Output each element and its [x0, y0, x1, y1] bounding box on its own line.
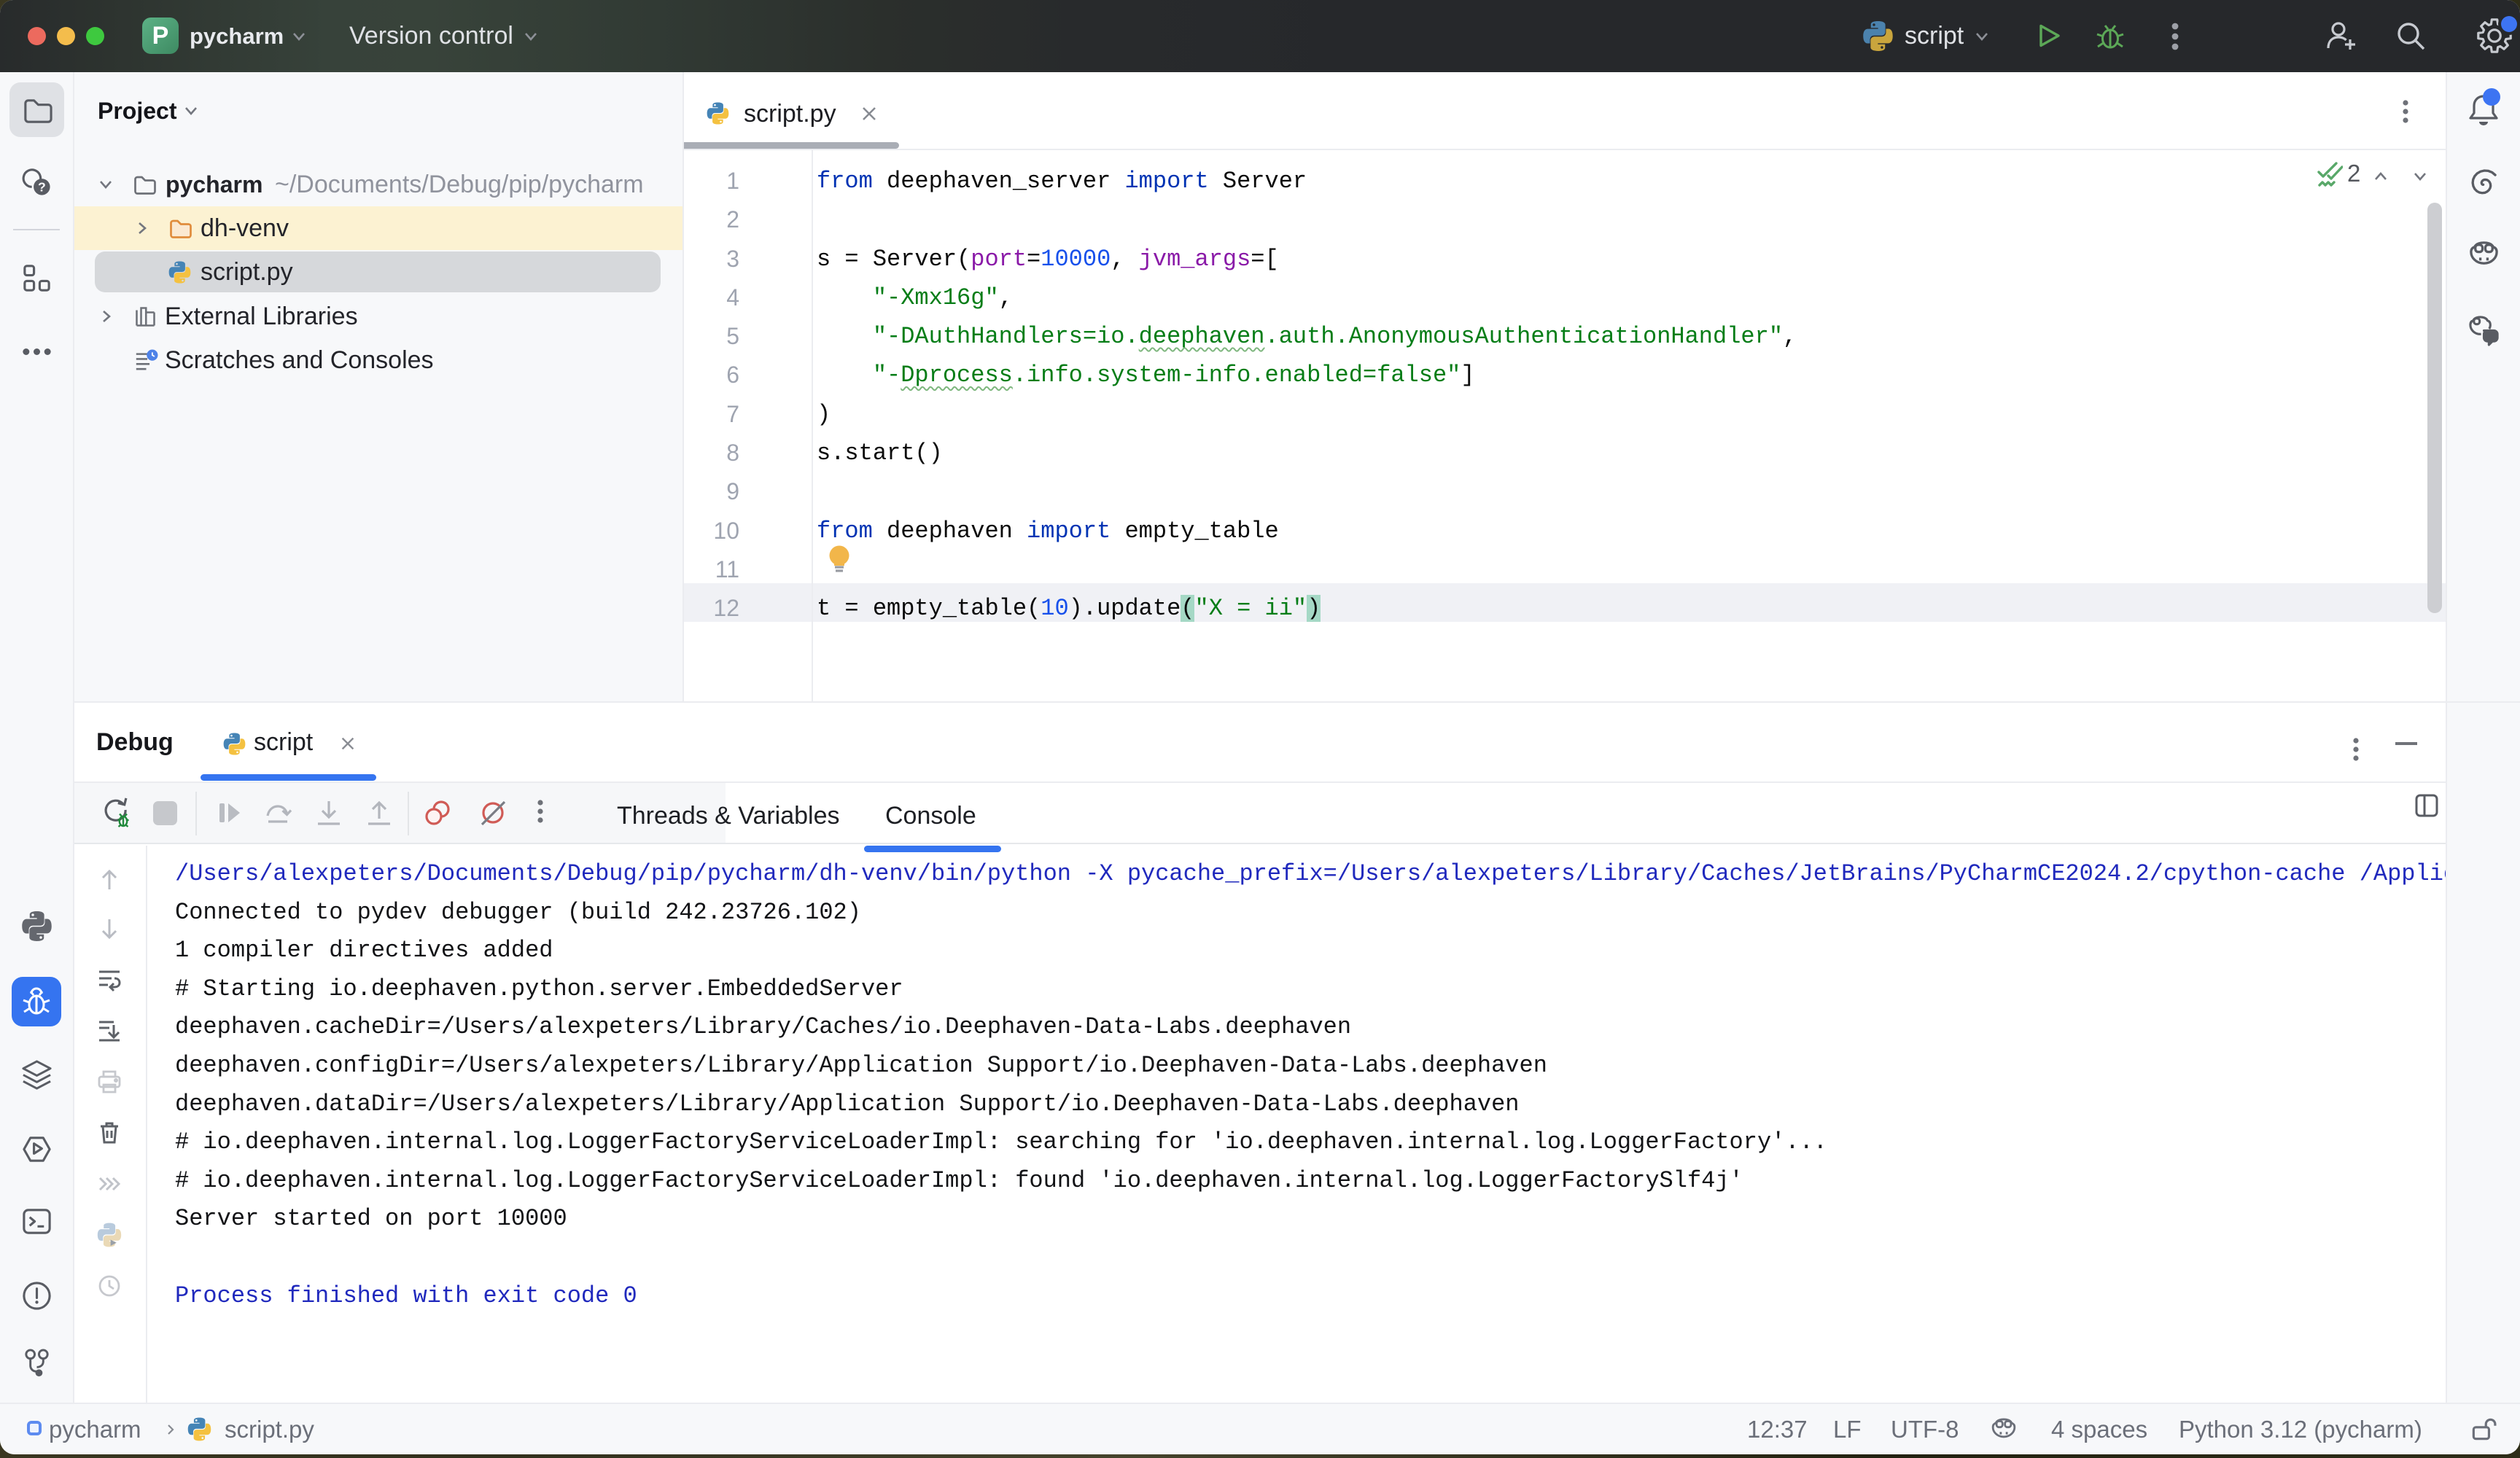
svg-text:?: ? [38, 180, 46, 195]
